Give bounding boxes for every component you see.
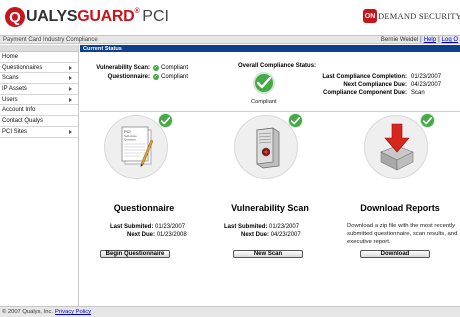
help-link[interactable]: Help xyxy=(424,37,436,43)
sidebar-item-contact-qualys[interactable]: Contact Qualys xyxy=(0,116,78,127)
overall-compliance-value: Compliant xyxy=(251,99,277,105)
main-content: Current Status Vulnerability Scan: ✓ Comp… xyxy=(80,45,460,306)
sidebar-item-questionnaires[interactable]: Questionnaires xyxy=(0,63,78,74)
sidebar-item-pci-sites[interactable]: PCI Sites xyxy=(0,127,78,138)
check-icon: ✓ xyxy=(153,65,159,71)
sidebar-item-account-info[interactable]: Account Info xyxy=(0,105,78,117)
questionnaire-next-due: Next Due: 01/23/2008 xyxy=(127,232,187,238)
next-due-label: Next Compliance Due: xyxy=(343,82,407,88)
sidebar-item-home[interactable]: Home xyxy=(0,52,78,63)
questionnaire-status: ✓ Compliant xyxy=(153,74,189,80)
user-name: Bernie Weidel xyxy=(380,37,419,43)
on-demand-security-logo: ON DEMAND SECURITY xyxy=(363,9,460,23)
questionnaire-panel: PCI Self-Asse Question Questionnaire Las… xyxy=(80,113,200,265)
new-scan-button[interactable]: New Scan xyxy=(233,250,303,258)
sidebar-item-users[interactable]: Users xyxy=(0,95,78,106)
on-badge-icon: ON xyxy=(363,9,377,23)
overall-compliance-label: Overall Compliance Status: xyxy=(238,63,317,69)
copyright-text: © 2007 Qualys, Inc. xyxy=(2,309,53,315)
download-reports-illustration xyxy=(364,115,428,179)
sidebar-header xyxy=(0,45,78,52)
sidebar-item-ip-assets[interactable]: IP Assets xyxy=(0,84,78,95)
chevron-right-icon xyxy=(69,76,72,81)
on-demand-security-text: DEMAND SECURITY xyxy=(378,11,460,21)
svg-text:Question: Question xyxy=(124,138,136,142)
logo-pci-text: PCI xyxy=(142,8,169,25)
last-completion-value: 01/23/2007 xyxy=(411,74,442,80)
download-button[interactable]: Download xyxy=(360,250,430,258)
check-icon xyxy=(288,113,303,128)
logout-link[interactable]: Log O xyxy=(442,37,458,43)
vulnerability-scan-title: Vulnerability Scan xyxy=(231,203,309,213)
download-arrow-icon xyxy=(380,123,414,171)
section-title-bar: Current Status xyxy=(80,45,460,52)
vulnerability-scan-panel: Vulnerability Scan Last Submited: 01/23/… xyxy=(210,113,330,265)
product-title: Payment Card Industry Compliance xyxy=(3,36,98,43)
vulnerability-scan-label: Vulnerability Scan: xyxy=(96,65,150,71)
section-title: Current Status xyxy=(83,45,122,52)
component-due-value: Scan xyxy=(411,90,425,96)
questionnaire-last-submitted: Last Submited: 01/23/2007 xyxy=(110,224,186,230)
last-completion-label: Last Compliance Completion: xyxy=(322,74,407,80)
footer: © 2007 Qualys, Inc. Privacy Policy xyxy=(0,306,460,317)
app-header: Q UALYSGUARD® PCI ON DEMAND SECURITY xyxy=(0,0,460,34)
check-icon xyxy=(158,113,173,128)
separator: | xyxy=(420,37,422,43)
download-reports-title: Download Reports xyxy=(360,203,440,213)
next-due-value: 04/23/2007 xyxy=(411,82,442,88)
component-due-label: Compliance Component Due: xyxy=(322,90,407,96)
user-links: Bernie Weidel | Help | Log O xyxy=(381,36,458,44)
check-icon xyxy=(253,72,275,94)
chevron-right-icon xyxy=(69,65,72,70)
status-summary: Vulnerability Scan: ✓ Compliant Questionn… xyxy=(80,52,460,112)
download-reports-panel: Download Reports Download a zip file wit… xyxy=(340,113,460,265)
begin-questionnaire-button[interactable]: Begin Questionnaire xyxy=(100,250,170,258)
chevron-right-icon xyxy=(69,97,72,102)
logo-q-mark: Q xyxy=(5,7,25,27)
chevron-right-icon xyxy=(69,87,72,92)
qualysguard-logo[interactable]: Q UALYSGUARD® PCI xyxy=(5,6,169,28)
chevron-right-icon xyxy=(69,129,72,134)
logo-wordmark: UALYSGUARD® xyxy=(26,8,140,25)
scan-next-due: Next Due: 04/23/2007 xyxy=(241,232,301,238)
scan-last-submitted: Last Submited: 01/23/2007 xyxy=(224,224,300,230)
privacy-policy-link[interactable]: Privacy Policy xyxy=(55,309,91,315)
questionnaire-title: Questionnaire xyxy=(113,203,175,213)
separator: | xyxy=(438,37,440,43)
vulnerability-scan-status: ✓ Compliant xyxy=(153,65,189,71)
download-reports-description: Download a zip file with the most recent… xyxy=(347,223,458,245)
sidebar-nav: Home Questionnaires Scans IP Assets User… xyxy=(0,45,79,306)
questionnaire-label: Questionnaire: xyxy=(107,74,150,80)
check-icon xyxy=(420,113,435,128)
check-icon: ✓ xyxy=(153,74,159,80)
subheader-bar: Payment Card Industry Compliance Bernie … xyxy=(0,35,460,44)
sidebar-item-scans[interactable]: Scans xyxy=(0,73,78,85)
